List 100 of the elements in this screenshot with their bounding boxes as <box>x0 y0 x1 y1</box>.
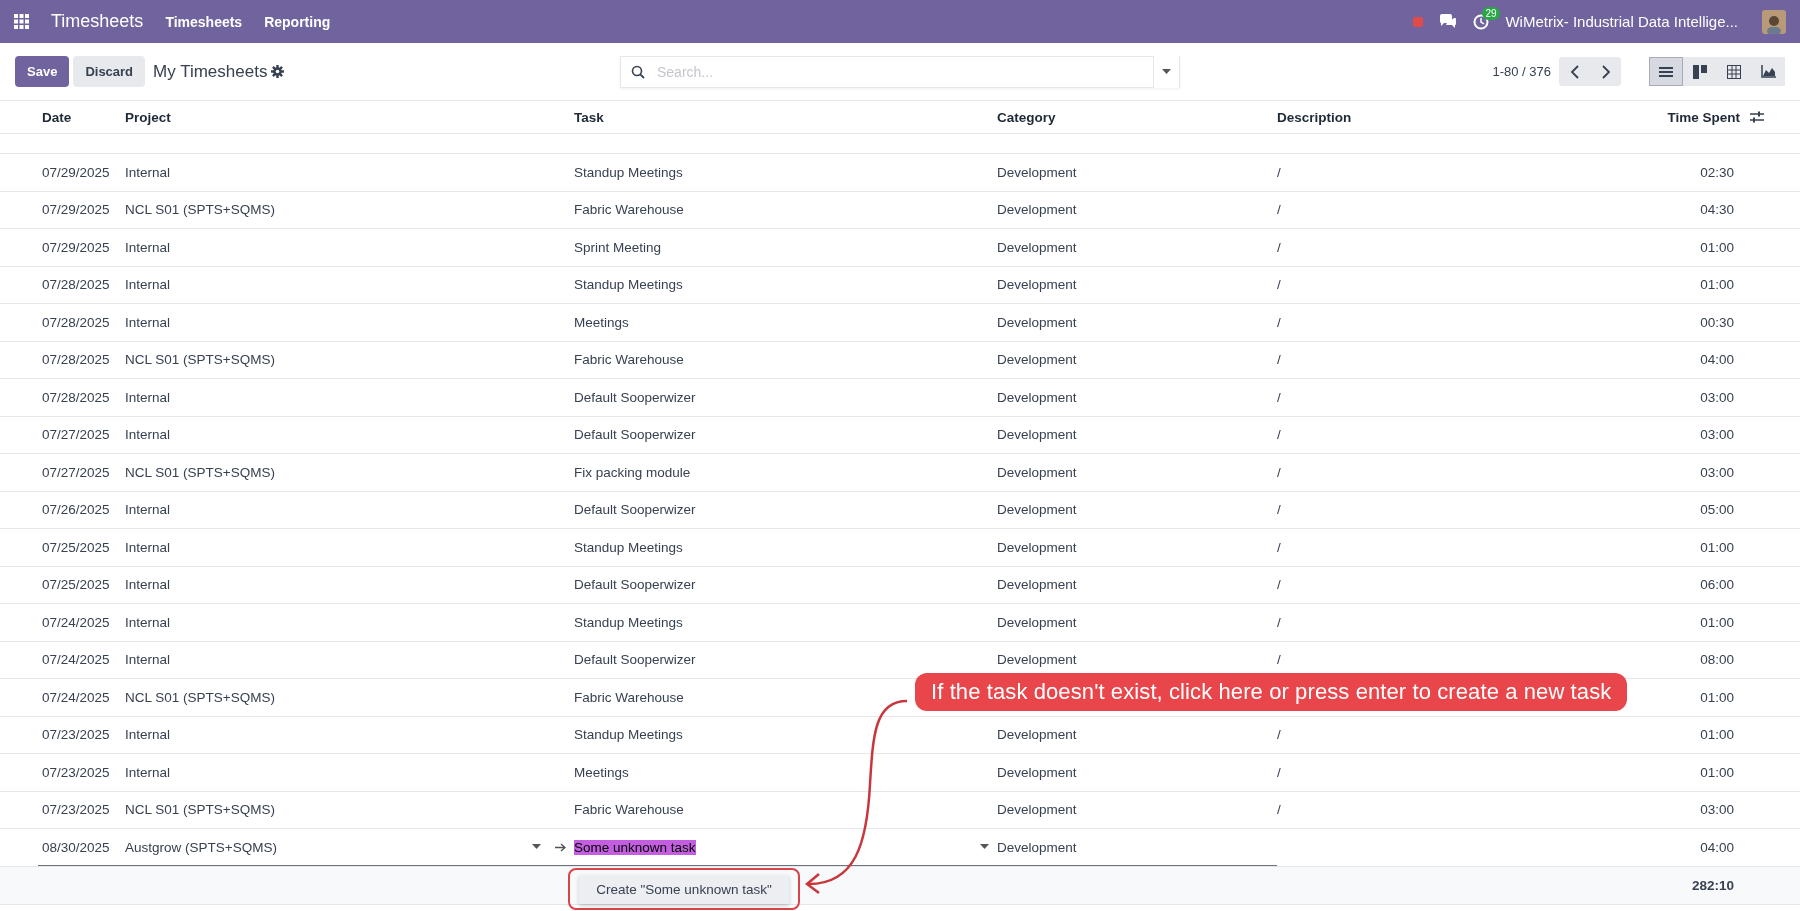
table-cell: Standup Meetings <box>574 164 683 180</box>
total-time: 282:10 <box>1691 878 1734 893</box>
table-cell: 01:00 <box>1700 689 1734 705</box>
table-cell: 07/23/2025 <box>42 802 110 818</box>
view-switch-button[interactable] <box>1649 57 1683 86</box>
project-field[interactable]: Austgrow (SPTS+SQMS) <box>125 829 574 866</box>
menu-item[interactable]: Timesheets <box>165 13 243 30</box>
table-cell: Development <box>997 277 1077 293</box>
table-cell: Meetings <box>574 764 629 780</box>
table-cell: 05:00 <box>1700 502 1734 518</box>
activity-count: 29 <box>1482 6 1500 20</box>
table-cell: / <box>1277 539 1281 555</box>
list-icon <box>1659 65 1673 78</box>
table-cell: NCL S01 (SPTS+SQMS) <box>125 464 275 480</box>
table-cell: Internal <box>125 577 171 593</box>
table-cell: Sprint Meeting <box>574 239 662 255</box>
column-header[interactable]: Task <box>574 109 997 125</box>
table-cell: Internal <box>125 727 171 743</box>
table-cell: Internal <box>125 427 171 443</box>
column-title[interactable]: Time Spent <box>1667 109 1740 125</box>
table-cell: / <box>1277 614 1281 630</box>
table-cell: Standup Meetings <box>574 277 683 293</box>
table-cell: 04:30 <box>1700 202 1734 218</box>
view-title: My Timesheets <box>153 61 268 82</box>
table-cell: Internal <box>125 314 171 330</box>
table-cell: Development <box>997 389 1077 405</box>
apps-grid-icon[interactable] <box>14 14 29 29</box>
column-header[interactable]: Description <box>1277 109 1614 125</box>
table-cell: / <box>1277 727 1281 743</box>
table-cell: Development <box>997 652 1077 668</box>
annotation-callout: If the task doesn't exist, click here or press enter to create a new task <box>915 673 1628 711</box>
table-cell: 03:00 <box>1700 427 1734 443</box>
table-cell: Internal <box>125 164 171 180</box>
table-cell: Default Sooperwizer <box>574 502 696 518</box>
table-cell: 07/28/2025 <box>42 352 110 368</box>
table-cell: 03:00 <box>1700 802 1734 818</box>
table-cell: Development <box>997 352 1077 368</box>
table-cell: / <box>1277 427 1281 443</box>
table-cell: Development <box>997 577 1077 593</box>
table-cell: Standup Meetings <box>574 614 683 630</box>
caret-icon[interactable] <box>980 844 989 850</box>
table-cell: / <box>1277 314 1281 330</box>
category-field[interactable]: Development <box>997 829 1277 866</box>
table-cell: 07/29/2025 <box>42 239 110 255</box>
company-name[interactable]: WiMetrix- Industrial Data Intellige... <box>1505 13 1738 30</box>
table-cell: 07/24/2025 <box>42 614 110 630</box>
task-field[interactable]: Some unknown task <box>574 829 997 866</box>
table-cell: 04:00 <box>1700 352 1734 368</box>
search-icon <box>631 64 645 79</box>
chat-icon[interactable] <box>1439 14 1458 29</box>
caret-icon[interactable] <box>532 844 541 850</box>
table-cell: 07/28/2025 <box>42 314 110 330</box>
table-cell: Development <box>997 427 1077 443</box>
table-cell: Development <box>997 164 1077 180</box>
search-options-button[interactable] <box>1153 55 1179 88</box>
table-cell: Internal <box>125 277 171 293</box>
table-cell: Development <box>997 239 1077 255</box>
discard-button[interactable]: Discard <box>73 56 146 87</box>
table-cell: Development <box>997 727 1077 743</box>
table-cell: 02:30 <box>1700 164 1734 180</box>
table-cell: 08:00 <box>1700 652 1734 668</box>
user-avatar[interactable] <box>1762 9 1786 34</box>
table-cell: 07/23/2025 <box>42 764 110 780</box>
table-cell: NCL S01 (SPTS+SQMS) <box>125 802 275 818</box>
area-chart-icon <box>1760 65 1776 78</box>
column-header[interactable]: Time Spent <box>1667 109 1764 125</box>
table-cell: Internal <box>125 764 171 780</box>
app-name[interactable]: Timesheets <box>51 11 144 32</box>
table-cell: Internal <box>125 614 171 630</box>
column-header[interactable]: Project <box>125 109 574 125</box>
pager-value[interactable]: 1-80 / 376 <box>1492 64 1551 79</box>
table-cell: 07/29/2025 <box>42 202 110 218</box>
table-cell: Fabric Warehouse <box>574 802 684 818</box>
table-cell: / <box>1277 389 1281 405</box>
table-cell: / <box>1277 352 1281 368</box>
table-cell: Internal <box>125 239 171 255</box>
column-header[interactable]: Category <box>997 109 1277 125</box>
table-cell: 07/26/2025 <box>42 502 110 518</box>
table-cell: Development <box>997 764 1077 780</box>
table-cell: 01:00 <box>1700 277 1734 293</box>
date-field[interactable]: 08/30/2025 <box>38 829 125 866</box>
arrow-right-icon[interactable] <box>555 842 566 852</box>
table-cell: Development <box>997 464 1077 480</box>
settings-icon[interactable] <box>271 65 285 78</box>
table-cell: / <box>1277 202 1281 218</box>
table-cell: 07/27/2025 <box>42 464 110 480</box>
table-cell: Fabric Warehouse <box>574 689 684 705</box>
table-cell: 07/29/2025 <box>42 164 110 180</box>
table-cell: 07/28/2025 <box>42 277 110 293</box>
table-cell: Default Sooperwizer <box>574 577 696 593</box>
menu-item[interactable]: Reporting <box>264 13 331 30</box>
kanban-icon <box>1693 64 1707 79</box>
search-field[interactable]: Search... <box>620 55 1180 88</box>
create-option[interactable]: Create "Some unknown task" <box>579 874 789 904</box>
column-header[interactable]: Date <box>42 109 125 125</box>
save-button[interactable]: Save <box>15 56 70 87</box>
table-cell: 07/24/2025 <box>42 689 110 705</box>
table-cell: / <box>1277 577 1281 593</box>
column-settings-icon[interactable] <box>1750 111 1764 123</box>
caret-icon <box>1162 68 1171 75</box>
